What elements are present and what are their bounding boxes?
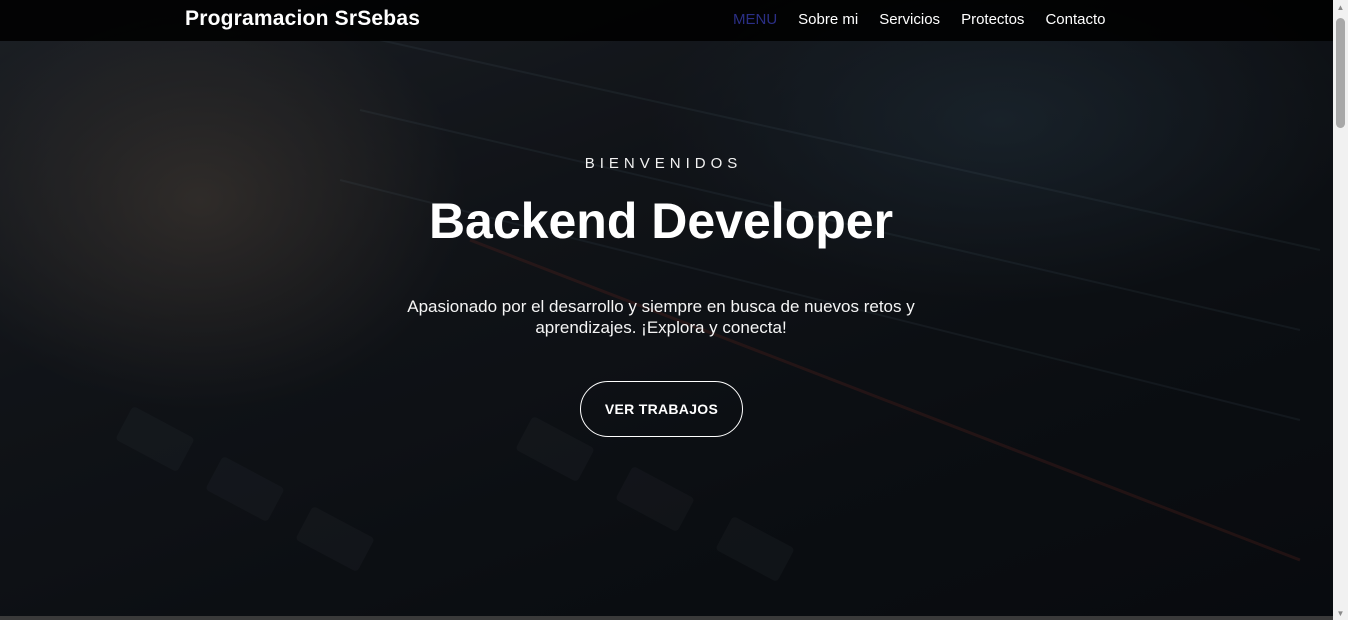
hero-eyebrow: BIENVENIDOS (584, 155, 743, 172)
triangle-up-icon[interactable]: ▲ (1333, 0, 1348, 14)
vertical-scrollbar[interactable]: ▲ ▼ (1333, 0, 1348, 620)
triangle-down-icon[interactable]: ▼ (1333, 606, 1348, 620)
hero-tagline: Apasionado por el desarrollo y siempre e… (407, 297, 915, 337)
ver-trabajos-button[interactable]: VER TRABAJOS (580, 381, 743, 437)
hero-content: BIENVENIDOS Backend Developer Apasionado… (0, 0, 1322, 620)
scrollbar-thumb[interactable] (1336, 18, 1345, 128)
hero-headline: Backend Developer (428, 193, 894, 249)
bottom-edge-bar (0, 616, 1333, 620)
